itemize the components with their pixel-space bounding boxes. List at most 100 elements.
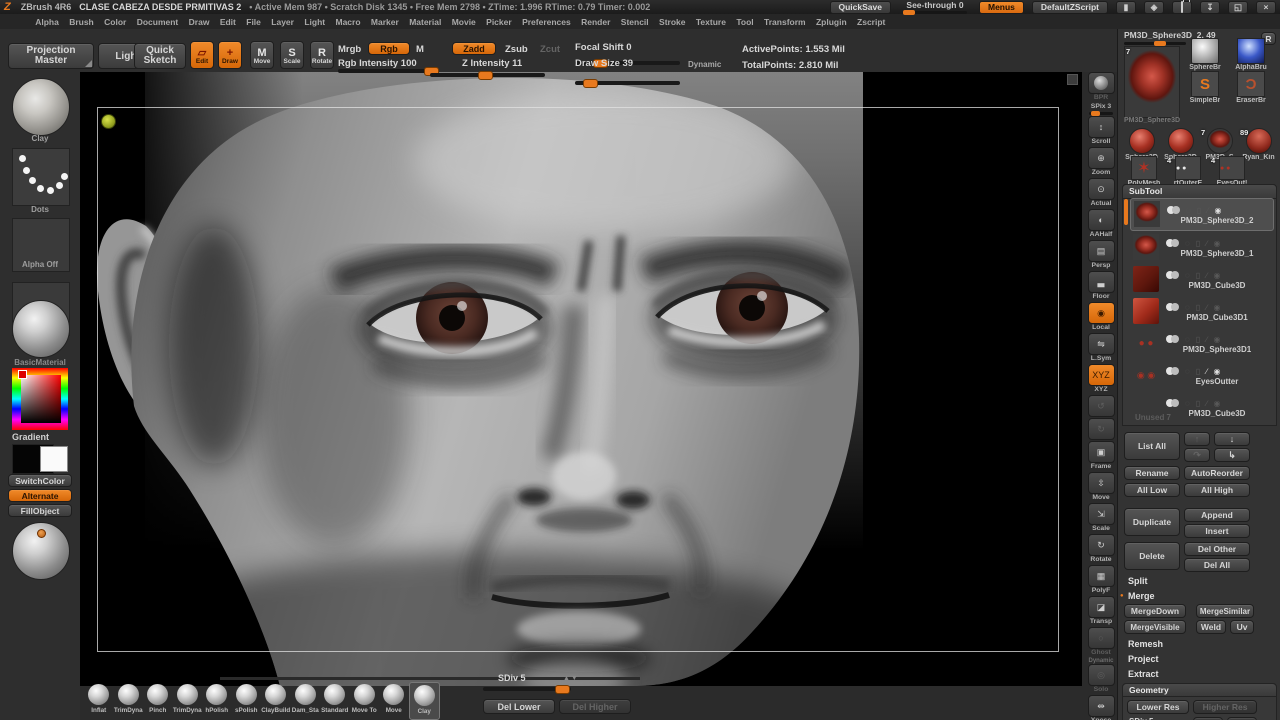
menu-item[interactable]: Marker [366,17,404,27]
menus-toggle-button[interactable]: Menus [978,0,1024,14]
menu-item[interactable]: Tool [731,17,759,27]
panel-layout-icon[interactable]: ▮ [1116,0,1136,14]
color-cursor[interactable] [18,370,27,379]
eye-icon[interactable]: ◉ [1215,206,1222,215]
rail-button[interactable]: ▦ PolyF [1087,565,1115,595]
zsub-button[interactable]: Zsub [505,44,528,55]
menu-item[interactable]: Movie [447,17,481,27]
rail-button[interactable]: Dynamic ◎ Solo [1087,658,1115,694]
auto-reorder-button[interactable]: AutoReorder [1184,466,1250,480]
subtool-item[interactable]: ◌ ▯ ∕ ◉ PM3D_Cube3D1 [1130,296,1274,327]
rail-button[interactable]: ↕ Scroll [1087,116,1115,146]
rgb-button[interactable]: Rgb [368,42,410,55]
tray-brush[interactable]: Dam_Sta [291,682,321,720]
rgb-intensity-slider[interactable] [338,67,439,76]
sculpt-canvas[interactable]: ▲▼ [80,70,1082,686]
menu-item[interactable]: Edit [215,17,241,27]
subtool-item[interactable]: ◌ ▯ ∕ ◉ PM3D_Sphere3D_1 [1130,232,1274,263]
menu-item[interactable]: Alpha [30,17,64,27]
tool-header-slider[interactable] [1124,41,1186,46]
shift-down-button[interactable]: ↳ [1214,448,1250,462]
tray-brush[interactable]: Standard [320,682,350,720]
subtool-thumbnail[interactable] [1133,362,1159,388]
eye-icon[interactable]: ◉ [1214,303,1221,312]
quick-sketch-button[interactable]: Quick Sketch [134,43,186,69]
subtool-thumbnail[interactable] [1133,298,1159,324]
projection-master-button[interactable]: Projection Master [8,43,94,69]
restore-button[interactable]: ◱ [1228,0,1248,14]
lock-icon[interactable] [1172,0,1192,14]
current-tool-thumbnail[interactable]: 7 [1124,46,1180,118]
polypaint-icon[interactable]: ◌ [1185,239,1190,248]
default-zscript-button[interactable]: DefaultZScript [1031,0,1108,14]
bpr-button[interactable]: BPR [1087,72,1115,102]
rail-button[interactable]: ⇲ Scale [1087,503,1115,533]
menu-item[interactable]: Texture [691,17,731,27]
zadd-button[interactable]: Zadd [452,42,496,55]
subtool-item[interactable]: ◌ ▯ ∕ ◉ PM3D_Sphere3D1 [1130,328,1274,359]
recent-tool[interactable]: ✶ PolyMesh [1122,156,1166,187]
recent-tool[interactable]: 4 EyesOut! [1210,156,1254,187]
merge-down-button[interactable]: MergeDown [1124,604,1186,618]
m-button[interactable]: M [416,44,424,55]
subtool-thumbnail[interactable] [1133,234,1159,260]
dynamic-label[interactable]: Dynamic [688,60,721,69]
tray-brush[interactable]: Move [379,682,409,720]
subtool-thumbnail[interactable] [1133,330,1159,356]
rail-button[interactable]: ▃ Floor [1087,271,1115,301]
menu-item[interactable]: Draw [183,17,214,27]
sculpt-brush-icon[interactable]: ∕ [1206,271,1207,280]
tray-brush[interactable]: hPolish [202,682,232,720]
insert-button[interactable]: Insert [1184,524,1250,538]
polypaint-icon[interactable]: ◌ [1185,303,1190,312]
recent-brush[interactable]: Ͻ EraserBr [1228,71,1274,104]
list-all-button[interactable]: List All [1124,432,1180,460]
move-down-button[interactable]: ↓ [1214,432,1250,446]
merge-section-header[interactable]: Merge [1120,591,1154,601]
menu-item[interactable]: Picker [481,17,517,27]
sculpt-brush-icon[interactable]: ∕ [1207,206,1208,215]
polypaint-icon[interactable]: ◌ [1185,367,1190,376]
sculpt-brush-icon[interactable]: ∕ [1206,367,1207,376]
recent-brush[interactable]: SphereBr [1182,38,1228,71]
rail-button[interactable]: ↻ Rotate [1087,534,1115,564]
menu-item[interactable]: Transform [759,17,811,27]
rail-button[interactable]: ◪ Transp [1087,596,1115,626]
stroke-thumbnail[interactable] [12,148,70,206]
extract-section-header[interactable]: Extract [1128,669,1159,679]
tray-brush[interactable]: TrimDyna [173,682,203,720]
menu-item[interactable]: File [241,17,266,27]
rail-button[interactable]: ◐ AAHalf [1087,209,1115,239]
zcut-button[interactable]: Zcut [540,44,560,55]
polypaint-icon[interactable]: ◌ [1186,206,1191,215]
uv-icon[interactable]: ▯ [1196,239,1200,248]
uv-icon[interactable]: ▯ [1196,399,1200,408]
move-up-button[interactable]: ↑ [1184,432,1210,446]
eye-icon[interactable]: ◉ [1214,399,1221,408]
eye-icon[interactable]: ◉ [1214,271,1221,280]
tray-brush[interactable]: Inflat [84,682,114,720]
menu-item[interactable]: Preferences [517,17,576,27]
subtool-thumbnail[interactable] [1133,266,1159,292]
sculpt-brush-icon[interactable]: ∕ [1206,335,1207,344]
menu-item[interactable]: Document [132,17,184,27]
rail-button[interactable]: ↺ [1087,395,1115,417]
quicksave-button[interactable]: QuickSave [829,0,891,14]
subtool-scrollbar[interactable] [1124,199,1128,225]
rail-button[interactable]: ⊙ Actual [1087,178,1115,208]
tray-brush[interactable]: ClayBuild [261,682,291,720]
menu-item[interactable]: Stroke [654,17,691,27]
rail-button[interactable]: ⇋ L.Sym [1087,333,1115,363]
tray-brush[interactable]: TrimDyna [114,682,144,720]
menu-item[interactable]: Brush [64,17,99,27]
polypaint-icon[interactable]: ◌ [1185,335,1190,344]
menu-item[interactable]: Zscript [852,17,891,27]
del-lower-button[interactable]: Del Lower [483,699,555,714]
subtool-item[interactable]: ◌ ▯ ∕ ◉ PM3D_Cube3D [1130,264,1274,295]
rail-button[interactable]: ○ Ghost [1087,627,1115,657]
uv-icon[interactable]: ▯ [1196,303,1200,312]
menu-item[interactable]: Color [99,17,132,27]
minimize-button[interactable]: ↧ [1200,0,1220,14]
rail-button[interactable]: ⇹ Xpose [1087,695,1115,720]
mrgb-button[interactable]: Mrgb [338,44,361,55]
